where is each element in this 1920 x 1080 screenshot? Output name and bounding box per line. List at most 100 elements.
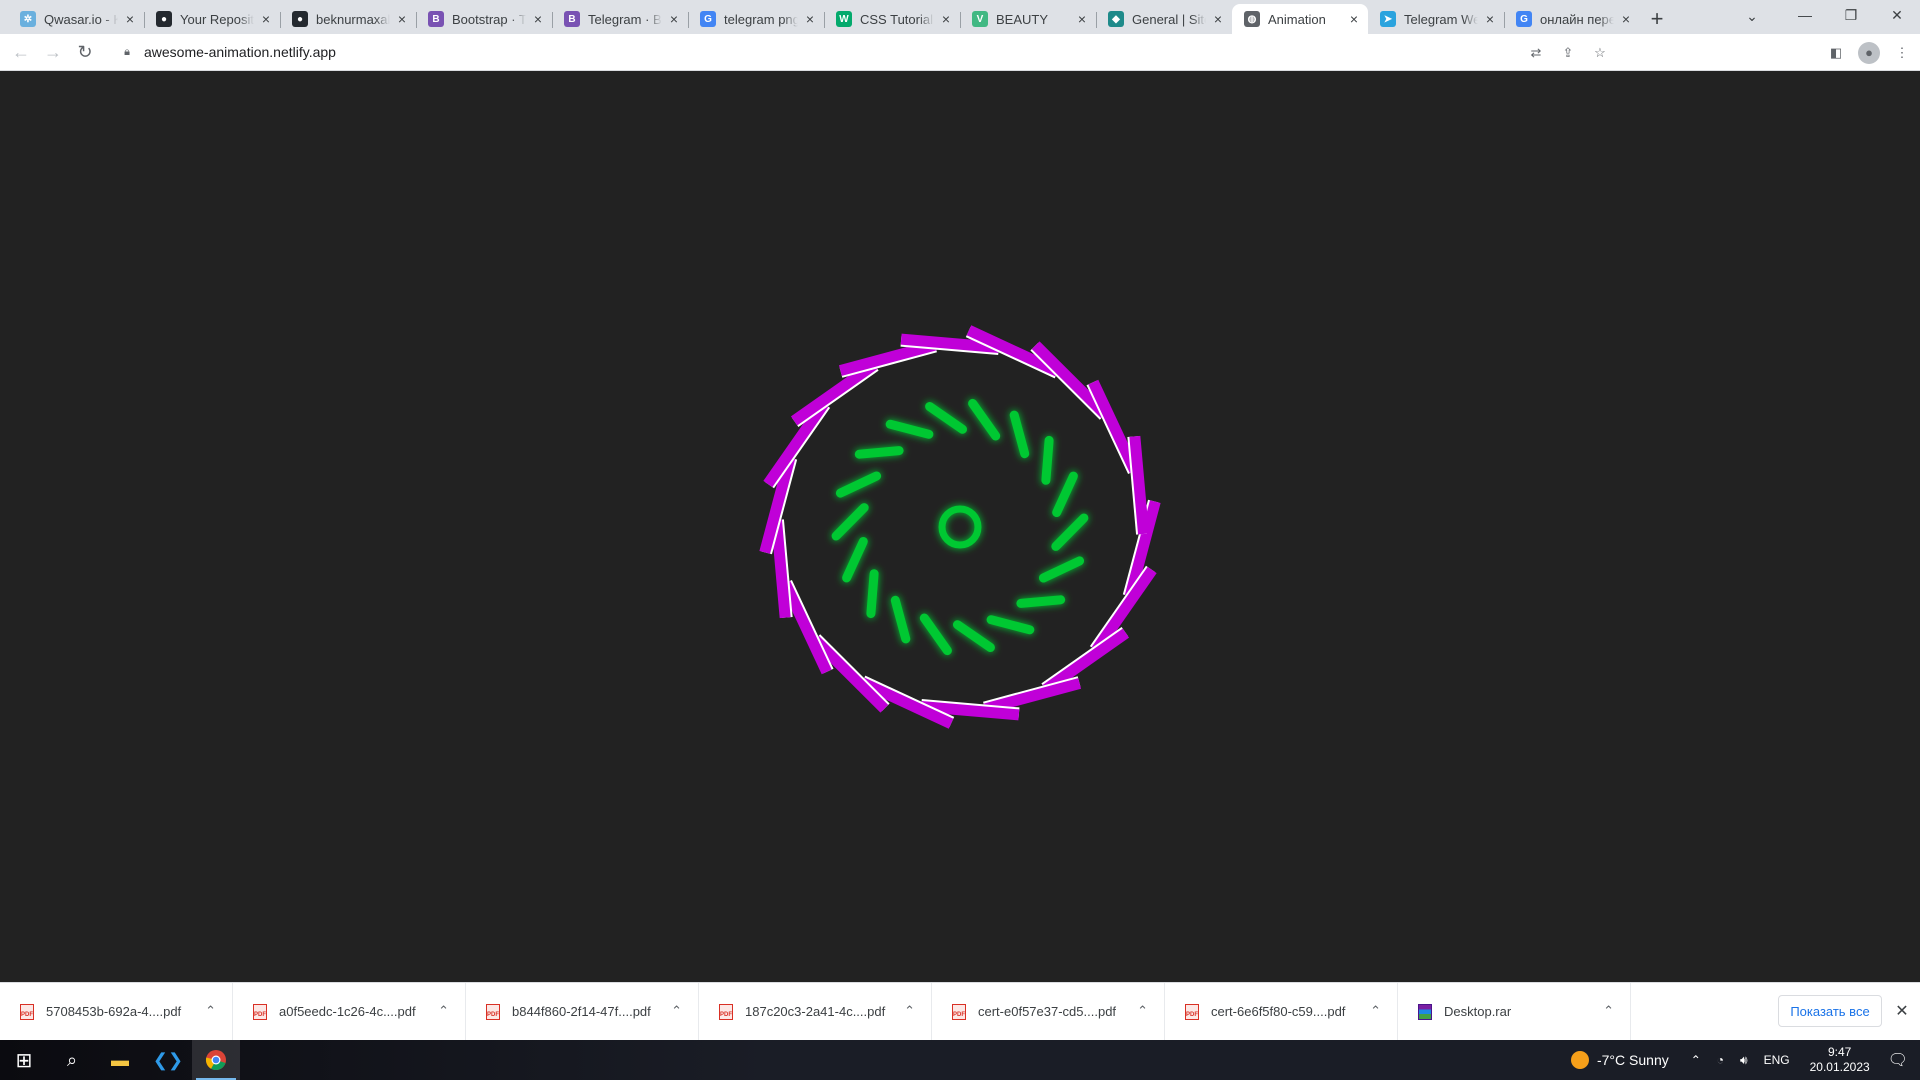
file-explorer-icon[interactable]: ▬ (96, 1040, 144, 1080)
tab-0[interactable]: ✲ Qwasar.io - K × (8, 4, 144, 34)
tab-8[interactable]: ◆ General | Site × (1096, 4, 1232, 34)
search-icon[interactable]: ⌕ (48, 1040, 96, 1080)
download-item[interactable]: Desktop.rar ⌃ (1398, 982, 1631, 1041)
vue-icon: V (972, 11, 988, 27)
tab-title: Telegram · Bo (588, 11, 662, 27)
tab-close-icon[interactable]: × (530, 11, 546, 27)
profile-avatar-icon[interactable]: ● (1858, 41, 1880, 64)
chevron-up-icon[interactable]: ⌃ (1137, 1003, 1148, 1019)
download-list: PDF 5708453b-692a-4....pdf ⌃ PDF a0f5eedc-1c… (0, 982, 1631, 1041)
pdf-file-icon: PDF (952, 1003, 966, 1020)
tab-strip: ✲Qwasar.io - K×●Your Repositor×●beknurma… (0, 0, 1920, 34)
tab-close-icon[interactable]: × (802, 11, 818, 27)
tab-11[interactable]: Gонлайн пере × (1504, 4, 1640, 34)
download-filename: 187c20c3-2a41-4c....pdf (745, 1004, 886, 1019)
bookmark-star-icon[interactable]: ☆ (1590, 43, 1610, 63)
tab-close-icon[interactable]: × (1346, 11, 1362, 27)
forward-icon[interactable]: → (38, 37, 68, 67)
tray-expand-icon[interactable]: ⌃ (1691, 1053, 1701, 1067)
tab-5[interactable]: Gtelegram png × (688, 4, 824, 34)
download-filename: a0f5eedc-1c26-4c....pdf (279, 1004, 416, 1019)
show-all-downloads-button[interactable]: Показать все (1778, 995, 1882, 1027)
language-indicator[interactable]: ENG (1764, 1053, 1790, 1067)
weather-sun-icon[interactable] (1570, 1051, 1589, 1069)
chevron-up-icon[interactable]: ⌃ (1603, 1003, 1614, 1019)
network-icon[interactable]: ◔ (1717, 1053, 1724, 1067)
globe-icon: ◍ (1244, 11, 1260, 27)
tab-3[interactable]: B Bootstrap · Th × (416, 4, 552, 34)
download-item[interactable]: PDF cert-e0f57e37-cd5....pdf ⌃ (932, 982, 1165, 1041)
download-item[interactable]: PDF cert-6e6f5f80-c59....pdf ⌃ (1165, 982, 1398, 1041)
chrome-icon[interactable] (192, 1040, 240, 1080)
download-item[interactable]: PDF b844f860-2f14-47f....pdf ⌃ (466, 982, 699, 1041)
pdf-file-icon: PDF (486, 1003, 500, 1020)
qwasar-icon: ✲ (20, 11, 36, 27)
google-icon: G (1516, 11, 1532, 27)
inner-dash (1041, 435, 1054, 485)
tab-close-icon[interactable]: × (258, 11, 274, 27)
windows-start-icon[interactable]: ⊞ (0, 1040, 48, 1080)
weather-text[interactable]: -7°C Sunny (1597, 1052, 1669, 1068)
chevron-up-icon[interactable]: ⌃ (904, 1003, 915, 1019)
download-item[interactable]: PDF a0f5eedc-1c26-4c....pdf ⌃ (233, 982, 466, 1041)
tab-10[interactable]: ➤ Telegram We × (1368, 4, 1504, 34)
tab-title: telegram png (724, 11, 798, 27)
vscode-icon[interactable]: ❮❯ (144, 1040, 192, 1080)
tab-9[interactable]: ◍ Animation × (1232, 4, 1368, 34)
tab-title: Telegram We (1404, 11, 1478, 27)
close-window-icon[interactable]: ✕ (1874, 0, 1920, 30)
tab-7[interactable]: V BEAUTY × (960, 4, 1096, 34)
volume-icon[interactable]: 🔊︎ (1740, 1053, 1748, 1068)
side-panel-icon[interactable]: ◧ (1826, 43, 1846, 63)
download-item[interactable]: PDF 5708453b-692a-4....pdf ⌃ (0, 982, 233, 1041)
inner-ring (831, 398, 1089, 656)
download-item[interactable]: PDF 187c20c3-2a41-4c....pdf ⌃ (699, 982, 932, 1041)
tab-search-icon[interactable]: ⌄ (1738, 3, 1766, 29)
tab-close-icon[interactable]: × (1482, 11, 1498, 27)
download-filename: 5708453b-692a-4....pdf (46, 1004, 182, 1019)
clock[interactable]: 9:47 20.01.2023 (1810, 1045, 1870, 1075)
tab-4[interactable]: B Telegram · Bo × (552, 4, 688, 34)
tab-close-icon[interactable]: × (1074, 11, 1090, 27)
chevron-up-icon[interactable]: ⌃ (205, 1003, 216, 1019)
new-tab-button[interactable]: + (1640, 4, 1674, 34)
tab-6[interactable]: W CSS Tutorial × (824, 4, 960, 34)
inner-dash (953, 620, 995, 652)
inner-dash (835, 471, 882, 498)
google-icon: G (700, 11, 716, 27)
tab-1[interactable]: ● Your Repositor× (144, 4, 280, 34)
notifications-icon[interactable]: 🗨︎ (1888, 1050, 1908, 1070)
inner-dash (1051, 513, 1089, 551)
download-filename: cert-e0f57e37-cd5....pdf (978, 1004, 1117, 1019)
inner-dash (925, 402, 967, 434)
tab-title: General | Site (1132, 11, 1206, 27)
close-downloads-icon[interactable]: ✕ (1892, 1001, 1912, 1021)
chevron-up-icon[interactable]: ⌃ (438, 1003, 449, 1019)
window-controls: — ❐ ✕ (1782, 0, 1920, 30)
menu-kebab-icon[interactable]: ⋮ (1892, 43, 1912, 63)
tab-close-icon[interactable]: × (394, 11, 410, 27)
reload-icon[interactable]: ↻ (70, 37, 100, 67)
back-icon[interactable]: ← (6, 37, 36, 67)
tab-close-icon[interactable]: × (666, 11, 682, 27)
chevron-up-icon[interactable]: ⌃ (1370, 1003, 1381, 1019)
inner-dash (968, 398, 1001, 441)
toolbar-right: ◧ ● ⋮ (1826, 34, 1912, 71)
tab-close-icon[interactable]: × (122, 11, 138, 27)
translate-icon[interactable]: ⇄ (1526, 43, 1546, 63)
tab-close-icon[interactable]: × (1618, 11, 1634, 27)
share-icon[interactable]: ⇪ (1558, 43, 1578, 63)
minimize-icon[interactable]: — (1782, 0, 1828, 30)
inner-dash (1009, 410, 1030, 459)
lock-icon[interactable]: 🔒︎ (120, 45, 134, 59)
url-text[interactable]: awesome-animation.netlify.app (144, 44, 336, 60)
chevron-up-icon[interactable]: ⌃ (671, 1003, 682, 1019)
tab-close-icon[interactable]: × (938, 11, 954, 27)
pdf-file-icon: PDF (719, 1003, 733, 1020)
tab-2[interactable]: ● beknurmaxall × (280, 4, 416, 34)
tab-close-icon[interactable]: × (1210, 11, 1226, 27)
inner-dash (1016, 595, 1066, 608)
restore-icon[interactable]: ❐ (1828, 0, 1874, 30)
address-bar[interactable]: 🔒︎ awesome-animation.netlify.app (108, 37, 1758, 67)
system-tray: -7°C Sunny ⌃ ◔ 🔊︎ ENG 9:47 20.01.2023 🗨︎ (1570, 1040, 1920, 1080)
